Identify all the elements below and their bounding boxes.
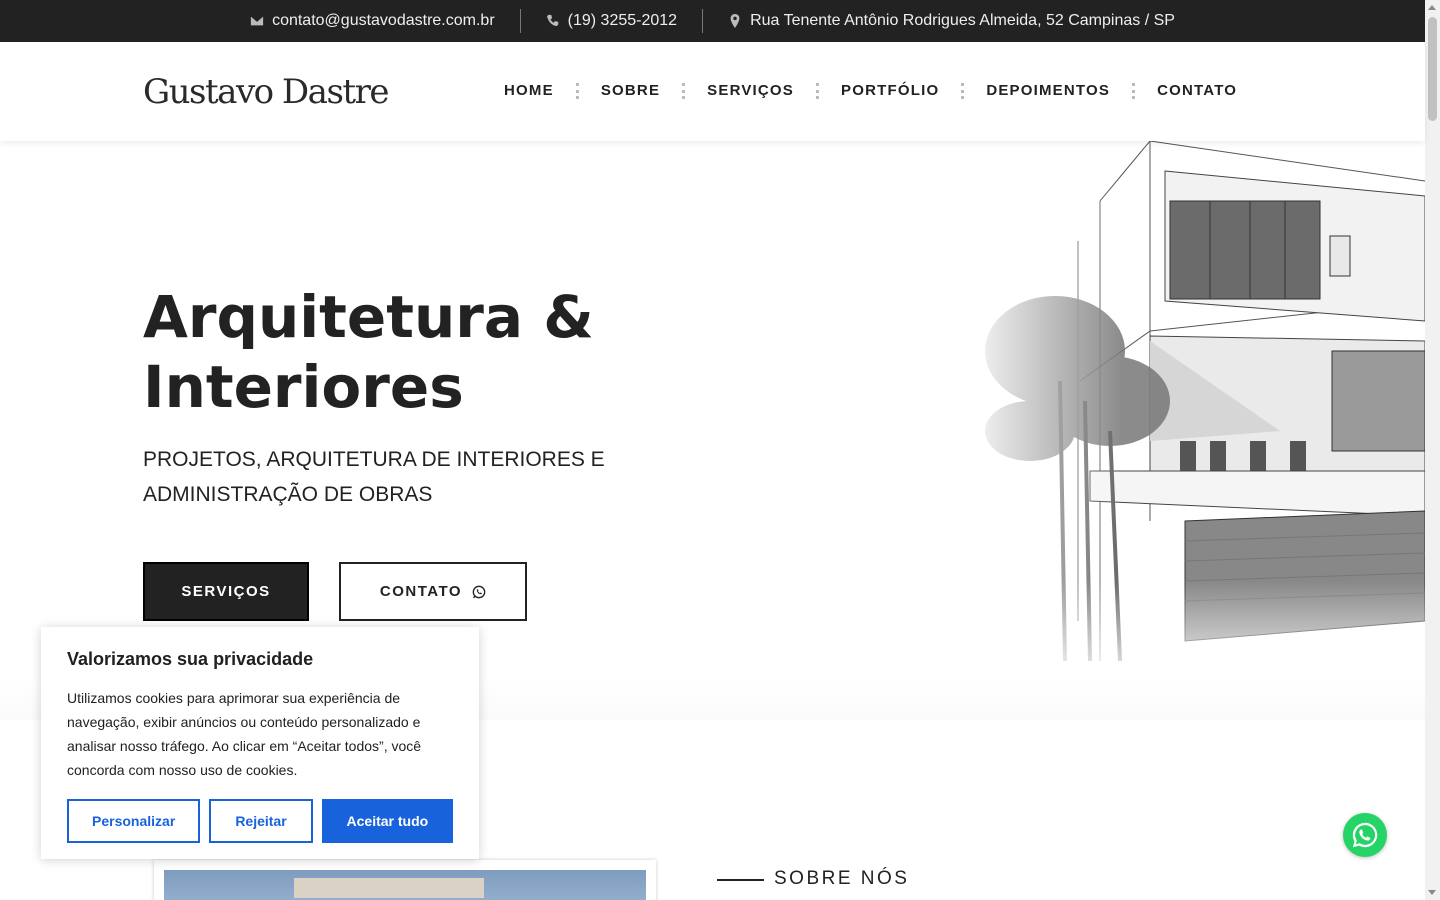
topbar-email-text[interactable]: contato@gustavodastre.com.br: [272, 12, 495, 30]
topbar-address: Rua Tenente Antônio Rodrigues Almeida, 5…: [703, 9, 1200, 33]
nav-home[interactable]: HOME: [482, 82, 576, 99]
scroll-down-arrow[interactable]: [1428, 890, 1436, 895]
whatsapp-float-button[interactable]: [1343, 813, 1387, 857]
nav-portfolio[interactable]: PORTFÓLIO: [819, 82, 961, 99]
contact-button[interactable]: CONTATO: [339, 562, 527, 621]
about-image: [164, 870, 646, 900]
hero-title-line1: Arquitetura &: [143, 283, 594, 351]
cookie-reject-button[interactable]: Rejeitar: [209, 799, 313, 843]
services-button[interactable]: SERVIÇOS: [143, 562, 309, 621]
cookie-buttons: Personalizar Rejeitar Aceitar tudo: [67, 799, 453, 843]
about-image-frame: [154, 860, 656, 900]
site-header: Gustavo Dastre HOME SOBRE SERVIÇOS PORTF…: [0, 42, 1425, 141]
nav-depoimentos[interactable]: DEPOIMENTOS: [964, 82, 1132, 99]
contact-button-label: CONTATO: [379, 583, 463, 600]
topbar-phone[interactable]: (19) 3255-2012: [521, 9, 702, 33]
cookie-text: Utilizamos cookies para aprimorar sua ex…: [67, 690, 422, 778]
map-pin-icon: [730, 14, 740, 28]
about-label-line: [717, 879, 764, 881]
whatsapp-icon: [1352, 822, 1378, 848]
nav-contato[interactable]: CONTATO: [1135, 82, 1259, 99]
nav-sobre[interactable]: SOBRE: [579, 82, 682, 99]
hero-title-line2: Interiores: [143, 353, 464, 421]
services-button-label: SERVIÇOS: [181, 583, 271, 600]
about-section-label: SOBRE NÓS: [774, 868, 910, 889]
nav-servicos[interactable]: SERVIÇOS: [685, 82, 816, 99]
cookie-consent-banner: Valorizamos sua privacidade Utilizamos c…: [41, 627, 479, 859]
hero-subtitle-line1: PROJETOS, ARQUITETURA DE INTERIORES E: [143, 448, 605, 471]
top-contact-bar: contato@gustavodastre.com.br (19) 3255-2…: [0, 0, 1425, 42]
topbar-address-text: Rua Tenente Antônio Rodrigues Almeida, 5…: [750, 12, 1175, 29]
hero-subtitle: PROJETOS, ARQUITETURA DE INTERIORES E AD…: [143, 442, 643, 512]
cookie-customize-button[interactable]: Personalizar: [67, 799, 201, 843]
phone-icon: [546, 14, 558, 26]
cookie-title: Valorizamos sua privacidade: [67, 649, 314, 669]
scrollbar-thumb[interactable]: [1428, 17, 1437, 121]
topbar-email[interactable]: contato@gustavodastre.com.br: [225, 9, 520, 33]
site-logo[interactable]: Gustavo Dastre: [143, 72, 389, 112]
envelope-icon: [250, 16, 264, 26]
scroll-up-arrow[interactable]: [1428, 5, 1436, 10]
cookie-accept-button[interactable]: Aceitar tudo: [321, 799, 453, 843]
hero-subtitle-line2: ADMINISTRAÇÃO DE OBRAS: [143, 483, 433, 506]
whatsapp-icon: [472, 585, 486, 598]
page-scrollbar[interactable]: [1425, 0, 1440, 900]
main-nav: HOME SOBRE SERVIÇOS PORTFÓLIO DEPOIMENTO…: [482, 82, 1259, 99]
topbar-phone-text[interactable]: (19) 3255-2012: [568, 12, 677, 30]
hero-title: Arquitetura & Interiores: [143, 282, 663, 422]
building-sketch-illustration: [960, 141, 1425, 691]
